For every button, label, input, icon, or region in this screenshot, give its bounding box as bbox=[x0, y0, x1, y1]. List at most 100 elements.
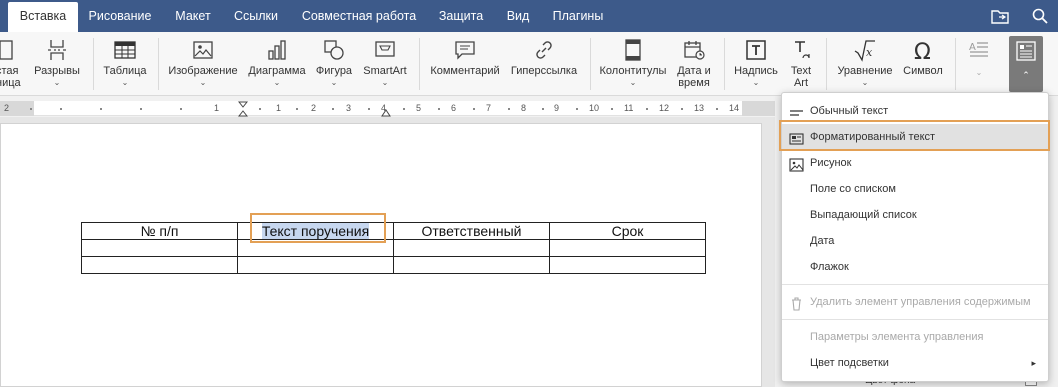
page-break-icon bbox=[45, 38, 69, 62]
ruler-number: 1 bbox=[214, 103, 220, 113]
chevron-up-icon: ⌃ bbox=[1022, 70, 1030, 80]
ruler-number: 2 bbox=[4, 103, 10, 113]
tab-stop-marker[interactable] bbox=[381, 109, 391, 117]
menu-item-remove-control[interactable]: Удалить элемент управления содержимым bbox=[782, 289, 1048, 315]
indent-marker[interactable] bbox=[237, 101, 249, 117]
table-cell[interactable] bbox=[549, 239, 706, 257]
menu-item-highlight-color[interactable]: Цвет подсветки ▸ bbox=[782, 350, 1048, 376]
chart-label: Диаграмма bbox=[248, 65, 306, 77]
datetime-button[interactable]: Дата и время bbox=[672, 32, 716, 96]
calendar-icon bbox=[682, 38, 706, 62]
comment-icon bbox=[453, 38, 477, 62]
tab-collaboration[interactable]: Совместная работа bbox=[292, 0, 426, 32]
highlight-frame bbox=[250, 213, 386, 243]
shape-label: Фигура bbox=[315, 65, 353, 77]
table-cell[interactable] bbox=[81, 239, 238, 257]
chart-button[interactable]: Диаграмма ⌄ bbox=[246, 32, 308, 96]
ruler-tick bbox=[60, 108, 62, 110]
menu-item-label: Удалить элемент управления содержимым bbox=[810, 296, 1031, 308]
blank-page-label-2: ница bbox=[0, 77, 21, 89]
smartart-button[interactable]: SmartArt ⌄ bbox=[360, 32, 410, 96]
document-table[interactable]: № п/п Текст поручения Ответственный Срок bbox=[81, 222, 706, 274]
document-page[interactable]: № п/п Текст поручения Ответственный Срок bbox=[0, 123, 762, 387]
menu-divider bbox=[782, 284, 1048, 285]
image-button[interactable]: Изображение ⌄ bbox=[166, 32, 240, 96]
content-control-button[interactable]: ⌃ bbox=[1009, 36, 1043, 92]
toolbar-divider bbox=[724, 38, 725, 90]
table-row bbox=[81, 239, 706, 257]
table-cell[interactable] bbox=[237, 256, 394, 274]
svg-text:A: A bbox=[969, 42, 976, 53]
header-footer-label: Колонтитулы bbox=[599, 65, 667, 77]
ruler-tick bbox=[296, 108, 298, 110]
document-area[interactable]: № п/п Текст поручения Ответственный Срок bbox=[0, 117, 775, 387]
blank-page-button[interactable]: стаяница bbox=[0, 32, 22, 96]
tab-layout[interactable]: Макет bbox=[166, 0, 220, 32]
ruler-tick bbox=[332, 108, 334, 110]
table-row: № п/п Текст поручения Ответственный Срок bbox=[81, 222, 706, 240]
toolbar-divider bbox=[93, 38, 94, 90]
editor-window: Вставка Рисование Макет Ссылки Совместна… bbox=[0, 0, 1058, 387]
dropcap-button[interactable]: A ⌄ bbox=[962, 32, 996, 96]
chevron-down-icon: ⌄ bbox=[330, 78, 338, 87]
textart-button[interactable]: Text Art bbox=[784, 32, 818, 96]
header-footer-button[interactable]: Колонтитулы ⌄ bbox=[598, 32, 668, 96]
shapes-icon bbox=[322, 38, 346, 62]
tab-protection[interactable]: Защита bbox=[432, 0, 490, 32]
smartart-label: SmartArt bbox=[363, 65, 407, 77]
header-footer-icon bbox=[621, 38, 645, 62]
chevron-down-icon: ⌄ bbox=[273, 78, 281, 87]
menu-divider bbox=[782, 319, 1048, 320]
table-cell[interactable]: № п/п bbox=[81, 222, 238, 240]
horizontal-ruler[interactable]: 2 1 1 2 3 4 5 6 7 8 9 10 11 12 13 14 bbox=[0, 101, 775, 117]
chevron-down-icon: ⌄ bbox=[629, 78, 637, 87]
tab-draw[interactable]: Рисование bbox=[82, 0, 158, 32]
blank-page-label-1: стая bbox=[0, 65, 19, 77]
chevron-down-icon: ⌄ bbox=[381, 78, 389, 87]
ruler-tick bbox=[100, 108, 102, 110]
hyperlink-button[interactable]: Гиперссылка bbox=[506, 32, 582, 96]
textart-icon bbox=[789, 38, 813, 62]
menu-item-combo-box[interactable]: Поле со списком bbox=[782, 176, 1048, 202]
textbox-button[interactable]: Надпись ⌄ bbox=[730, 32, 782, 96]
folder-icon[interactable] bbox=[990, 6, 1010, 26]
table-button[interactable]: Таблица ⌄ bbox=[100, 32, 150, 96]
hyperlink-label: Гиперссылка bbox=[510, 65, 578, 77]
breaks-button[interactable]: Разрывы ⌄ bbox=[30, 32, 84, 96]
ruler-number: 9 bbox=[554, 103, 560, 113]
datetime-label-2: время bbox=[678, 77, 710, 89]
tab-references[interactable]: Ссылки bbox=[226, 0, 286, 32]
blank-page-icon bbox=[0, 38, 20, 62]
menu-item-picture[interactable]: Рисунок bbox=[782, 150, 1048, 176]
tab-view[interactable]: Вид bbox=[498, 0, 538, 32]
table-cell[interactable] bbox=[393, 239, 550, 257]
ruler-tick bbox=[681, 108, 683, 110]
menu-item-dropdown-list[interactable]: Выпадающий список bbox=[782, 202, 1048, 228]
table-cell[interactable] bbox=[549, 256, 706, 274]
ruler-tick bbox=[646, 108, 648, 110]
picture-icon bbox=[789, 156, 804, 172]
image-label: Изображение bbox=[168, 65, 238, 77]
comment-button[interactable]: Комментарий bbox=[427, 32, 503, 96]
table-cell[interactable] bbox=[81, 256, 238, 274]
menu-item-checkbox[interactable]: Флажок bbox=[782, 254, 1048, 280]
ruler-number: 11 bbox=[624, 103, 634, 113]
table-cell[interactable] bbox=[393, 256, 550, 274]
search-icon[interactable] bbox=[1030, 6, 1050, 26]
ruler-tick bbox=[508, 108, 510, 110]
ruler-tick bbox=[259, 108, 261, 110]
symbol-button[interactable]: Ω Символ bbox=[900, 32, 946, 96]
table-cell[interactable]: Ответственный bbox=[393, 222, 550, 240]
ruler-number: 7 bbox=[486, 103, 492, 113]
tab-insert[interactable]: Вставка bbox=[8, 2, 78, 32]
menu-item-control-settings[interactable]: Параметры элемента управления bbox=[782, 324, 1048, 350]
tab-plugins[interactable]: Плагины bbox=[546, 0, 610, 32]
menu-item-date[interactable]: Дата bbox=[782, 228, 1048, 254]
menu-item-label: Выпадающий список bbox=[810, 209, 917, 221]
menu-item-label: Цвет подсветки bbox=[810, 357, 889, 369]
equation-button[interactable]: x Уравнение ⌄ bbox=[834, 32, 896, 96]
trash-icon bbox=[789, 295, 804, 311]
table-cell[interactable]: Срок bbox=[549, 222, 706, 240]
ribbon-tab-bar: Вставка Рисование Макет Ссылки Совместна… bbox=[0, 0, 1058, 32]
shape-button[interactable]: Фигура ⌄ bbox=[314, 32, 354, 96]
